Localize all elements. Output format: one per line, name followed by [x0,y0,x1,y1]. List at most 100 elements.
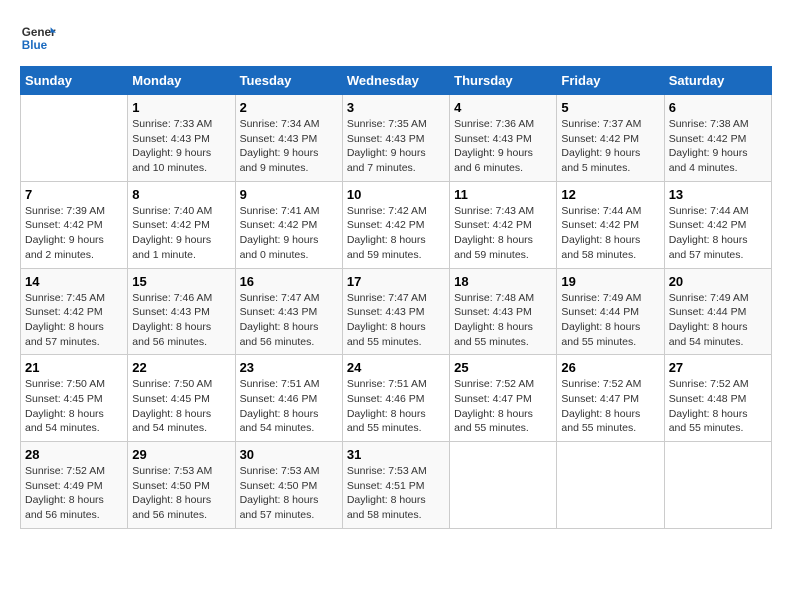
day-info: Sunrise: 7:42 AM Sunset: 4:42 PM Dayligh… [347,204,445,263]
day-number: 9 [240,187,338,202]
page-header: General Blue [20,20,772,56]
calendar-cell: 7 Sunrise: 7:39 AM Sunset: 4:42 PM Daylig… [21,181,128,268]
day-number: 1 [132,100,230,115]
calendar-cell: 9 Sunrise: 7:41 AM Sunset: 4:42 PM Daylig… [235,181,342,268]
day-number: 2 [240,100,338,115]
calendar-cell [557,442,664,529]
day-number: 5 [561,100,659,115]
day-number: 23 [240,360,338,375]
week-row-5: 28Sunrise: 7:52 AM Sunset: 4:49 PM Dayli… [21,442,772,529]
day-number: 19 [561,274,659,289]
day-info: Sunrise: 7:33 AM Sunset: 4:43 PM Dayligh… [132,117,230,176]
calendar-cell: 15 Sunrise: 7:46 AM Sunset: 4:43 PM Dayli… [128,268,235,355]
week-row-4: 21 Sunrise: 7:50 AM Sunset: 4:45 PM Dayli… [21,355,772,442]
calendar-cell [21,95,128,182]
calendar-cell: 2 Sunrise: 7:34 AM Sunset: 4:43 PM Daylig… [235,95,342,182]
day-info: Sunrise: 7:40 AM Sunset: 4:42 PM Dayligh… [132,204,230,263]
day-info: Sunrise: 7:49 AM Sunset: 4:44 PM Dayligh… [669,291,767,350]
day-info: Sunrise: 7:52 AM Sunset: 4:48 PM Dayligh… [669,377,767,436]
day-info: Sunrise: 7:47 AM Sunset: 4:43 PM Dayligh… [240,291,338,350]
day-number: 26 [561,360,659,375]
day-number: 22 [132,360,230,375]
day-header-tuesday: Tuesday [235,67,342,95]
day-header-sunday: Sunday [21,67,128,95]
day-info: Sunrise: 7:45 AM Sunset: 4:42 PM Dayligh… [25,291,123,350]
svg-text:Blue: Blue [22,39,48,52]
day-number: 27 [669,360,767,375]
day-number: 12 [561,187,659,202]
day-number: 8 [132,187,230,202]
day-header-wednesday: Wednesday [342,67,449,95]
day-info: Sunrise: 7:39 AM Sunset: 4:42 PM Dayligh… [25,204,123,263]
calendar-cell: 1 Sunrise: 7:33 AM Sunset: 4:43 PM Daylig… [128,95,235,182]
day-info: Sunrise: 7:44 AM Sunset: 4:42 PM Dayligh… [561,204,659,263]
day-number: 30 [240,447,338,462]
day-info: Sunrise: 7:37 AM Sunset: 4:42 PM Dayligh… [561,117,659,176]
day-info: Sunrise: 7:46 AM Sunset: 4:43 PM Dayligh… [132,291,230,350]
day-info: Sunrise: 7:48 AM Sunset: 4:43 PM Dayligh… [454,291,552,350]
day-number: 31 [347,447,445,462]
calendar-cell: 18 Sunrise: 7:48 AM Sunset: 4:43 PM Dayli… [450,268,557,355]
day-info: Sunrise: 7:53 AM Sunset: 4:50 PM Dayligh… [132,464,230,523]
calendar-table: SundayMondayTuesdayWednesdayThursdayFrid… [20,66,772,529]
day-info: Sunrise: 7:50 AM Sunset: 4:45 PM Dayligh… [132,377,230,436]
day-number: 18 [454,274,552,289]
day-info: Sunrise: 7:52 AM Sunset: 4:47 PM Dayligh… [561,377,659,436]
day-info: Sunrise: 7:43 AM Sunset: 4:42 PM Dayligh… [454,204,552,263]
day-info: Sunrise: 7:44 AM Sunset: 4:42 PM Dayligh… [669,204,767,263]
calendar-cell: 21 Sunrise: 7:50 AM Sunset: 4:45 PM Dayli… [21,355,128,442]
calendar-cell: 14 Sunrise: 7:45 AM Sunset: 4:42 PM Dayli… [21,268,128,355]
day-number: 14 [25,274,123,289]
day-number: 21 [25,360,123,375]
day-header-friday: Friday [557,67,664,95]
day-info: Sunrise: 7:51 AM Sunset: 4:46 PM Dayligh… [240,377,338,436]
week-row-3: 14 Sunrise: 7:45 AM Sunset: 4:42 PM Dayli… [21,268,772,355]
day-info: Sunrise: 7:41 AM Sunset: 4:42 PM Dayligh… [240,204,338,263]
day-info: Sunrise: 7:35 AM Sunset: 4:43 PM Dayligh… [347,117,445,176]
calendar-cell: 22 Sunrise: 7:50 AM Sunset: 4:45 PM Dayli… [128,355,235,442]
calendar-cell: 26 Sunrise: 7:52 AM Sunset: 4:47 PM Dayli… [557,355,664,442]
calendar-cell: 20Sunrise: 7:49 AM Sunset: 4:44 PM Dayli… [664,268,771,355]
calendar-cell: 19Sunrise: 7:49 AM Sunset: 4:44 PM Dayli… [557,268,664,355]
day-info: Sunrise: 7:52 AM Sunset: 4:47 PM Dayligh… [454,377,552,436]
calendar-cell: 25 Sunrise: 7:52 AM Sunset: 4:47 PM Dayli… [450,355,557,442]
calendar-cell: 3 Sunrise: 7:35 AM Sunset: 4:43 PM Daylig… [342,95,449,182]
calendar-cell: 16 Sunrise: 7:47 AM Sunset: 4:43 PM Dayli… [235,268,342,355]
day-number: 16 [240,274,338,289]
day-info: Sunrise: 7:38 AM Sunset: 4:42 PM Dayligh… [669,117,767,176]
day-info: Sunrise: 7:50 AM Sunset: 4:45 PM Dayligh… [25,377,123,436]
day-number: 15 [132,274,230,289]
calendar-cell: 28Sunrise: 7:52 AM Sunset: 4:49 PM Dayli… [21,442,128,529]
day-header-thursday: Thursday [450,67,557,95]
calendar-cell: 13Sunrise: 7:44 AM Sunset: 4:42 PM Dayli… [664,181,771,268]
day-info: Sunrise: 7:47 AM Sunset: 4:43 PM Dayligh… [347,291,445,350]
day-number: 29 [132,447,230,462]
day-number: 11 [454,187,552,202]
day-info: Sunrise: 7:34 AM Sunset: 4:43 PM Dayligh… [240,117,338,176]
day-number: 28 [25,447,123,462]
day-number: 3 [347,100,445,115]
day-header-saturday: Saturday [664,67,771,95]
calendar-cell: 17 Sunrise: 7:47 AM Sunset: 4:43 PM Dayli… [342,268,449,355]
day-number: 4 [454,100,552,115]
day-number: 7 [25,187,123,202]
calendar-cell: 8 Sunrise: 7:40 AM Sunset: 4:42 PM Daylig… [128,181,235,268]
calendar-cell: 12 Sunrise: 7:44 AM Sunset: 4:42 PM Dayli… [557,181,664,268]
day-info: Sunrise: 7:36 AM Sunset: 4:43 PM Dayligh… [454,117,552,176]
calendar-cell: 4 Sunrise: 7:36 AM Sunset: 4:43 PM Daylig… [450,95,557,182]
week-row-1: 1 Sunrise: 7:33 AM Sunset: 4:43 PM Daylig… [21,95,772,182]
day-number: 10 [347,187,445,202]
calendar-cell: 30Sunrise: 7:53 AM Sunset: 4:50 PM Dayli… [235,442,342,529]
calendar-cell: 31Sunrise: 7:53 AM Sunset: 4:51 PM Dayli… [342,442,449,529]
calendar-cell: 11 Sunrise: 7:43 AM Sunset: 4:42 PM Dayli… [450,181,557,268]
day-header-monday: Monday [128,67,235,95]
day-number: 6 [669,100,767,115]
day-info: Sunrise: 7:51 AM Sunset: 4:46 PM Dayligh… [347,377,445,436]
calendar-cell: 29 Sunrise: 7:53 AM Sunset: 4:50 PM Dayli… [128,442,235,529]
calendar-cell [664,442,771,529]
logo: General Blue [20,20,60,56]
calendar-cell: 27 Sunrise: 7:52 AM Sunset: 4:48 PM Dayli… [664,355,771,442]
calendar-cell [450,442,557,529]
day-number: 17 [347,274,445,289]
day-number: 25 [454,360,552,375]
